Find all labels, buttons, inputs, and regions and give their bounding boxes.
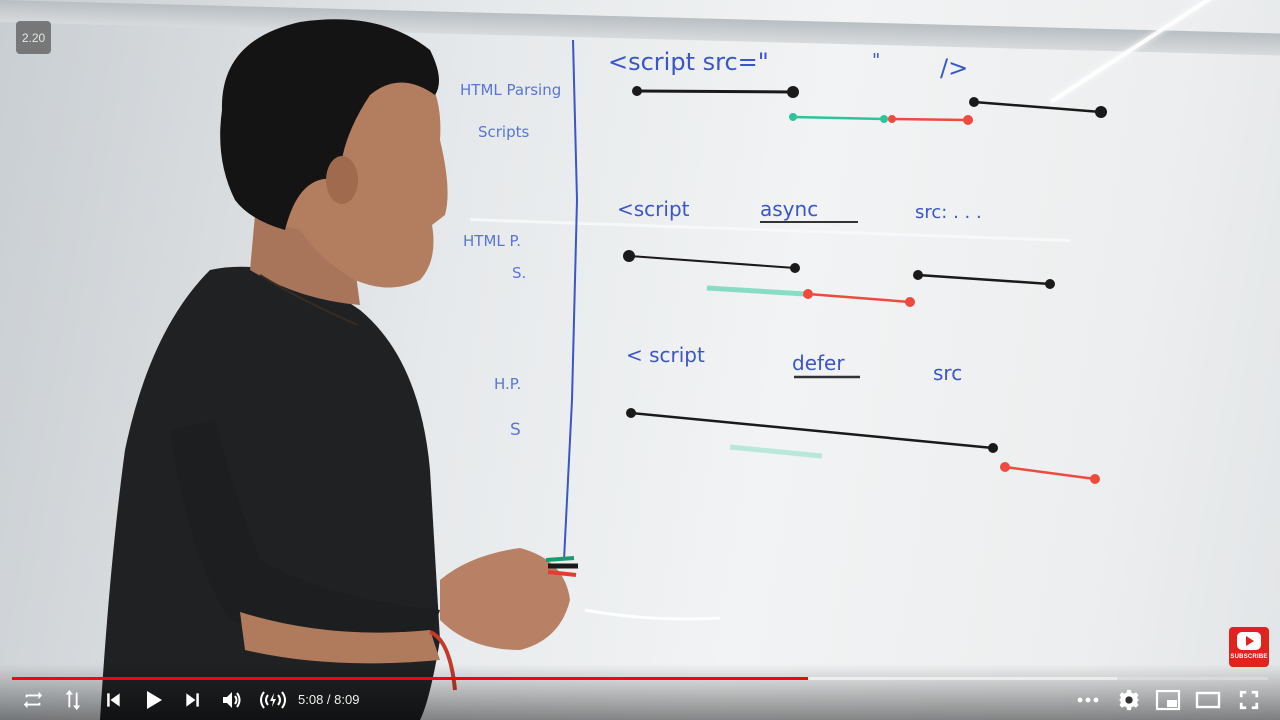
async-script-text: <script [617,197,690,221]
async-dot [905,297,915,307]
volume-button[interactable] [218,686,246,714]
label-s2: S [510,420,521,440]
progress-bar[interactable] [12,677,1268,680]
sync-script-fetch [792,115,885,121]
subscribe-watermark[interactable]: SUBSCRIBE [1229,627,1269,667]
label-hp: H.P. [494,375,521,393]
fullscreen-icon [1239,690,1259,710]
time-display: 5:08 / 8:09 [298,692,359,707]
label-html-p: HTML P. [463,232,521,250]
miniplayer-icon [1155,689,1181,711]
sync-dot [787,86,799,98]
volume-icon [223,692,241,708]
async-script-fetch [706,285,806,297]
sync-dot [789,113,797,121]
previous-icon [107,693,120,707]
defer-dot [1090,474,1100,484]
sync-dot [880,115,888,123]
defer-dot [1000,462,1010,472]
label-s1: S. [512,264,526,282]
defer-keyword: defer [792,351,845,375]
fullscreen-button[interactable] [1235,686,1263,714]
sync-dot [969,97,979,107]
defer-dot [626,408,636,418]
live-icon [260,691,286,709]
theater-icon [1195,691,1221,709]
sync-html-parsing-1 [636,89,794,94]
theater-button[interactable] [1194,686,1222,714]
defer-script-text: < script [626,343,705,367]
defer-script-exec [1004,465,1096,481]
async-dot [803,289,813,299]
progress-played [12,677,809,680]
play-icon [147,691,162,709]
sort-button[interactable] [60,686,86,714]
youtube-logo-icon [1237,632,1261,650]
settings-button[interactable] [1115,686,1143,714]
time-separator: / [323,692,335,707]
defer-dot [988,443,998,453]
video-player[interactable]: HTML Parsing Scripts HTML P. S. H.P. S <… [0,0,1280,720]
sync-script-exec [891,117,969,122]
gear-icon [1118,689,1140,711]
label-scripts: Scripts [478,123,530,141]
async-tail: src: . . . [915,202,982,223]
previous-button[interactable] [100,686,126,714]
current-time: 5:08 [298,692,324,707]
sync-script-close: /> [940,54,968,82]
sync-dot [963,115,973,125]
sync-script-quote: " [872,50,880,71]
async-dot [623,250,635,262]
async-html-parsing-2 [917,273,1051,286]
more-button[interactable] [1074,686,1102,714]
async-dot [913,270,923,280]
async-dot [1045,279,1055,289]
async-dot [790,263,800,273]
arrows-icon [65,689,81,711]
defer-script-fetch [729,444,823,459]
play-button[interactable] [138,686,168,714]
repeat-icon [23,691,43,709]
sync-dot [888,115,896,123]
sync-dot [632,86,642,96]
defer-tail: src [933,361,962,385]
sync-script-text: <script src=" [608,48,769,76]
whiteboard: HTML Parsing Scripts HTML P. S. H.P. S <… [460,39,1107,621]
sync-dot [1095,106,1107,118]
next-button[interactable] [180,686,206,714]
duration: 8:09 [334,692,360,707]
miniplayer-button[interactable] [1154,686,1182,714]
repeat-button[interactable] [20,686,46,714]
async-script-exec [807,292,911,304]
defer-html-parsing [630,411,994,450]
more-icon [1077,697,1099,703]
async-html-parsing-1 [628,255,796,269]
speed-badge: 2.20 [16,21,51,54]
subscribe-label: SUBSCRIBE [1230,654,1268,660]
sync-html-parsing-2 [973,100,1102,114]
async-keyword: async [760,197,818,221]
next-icon [186,693,199,707]
live-button[interactable] [256,686,290,714]
divider-line [563,39,579,561]
label-html-parsing: HTML Parsing [460,81,561,99]
smudge [584,608,721,621]
